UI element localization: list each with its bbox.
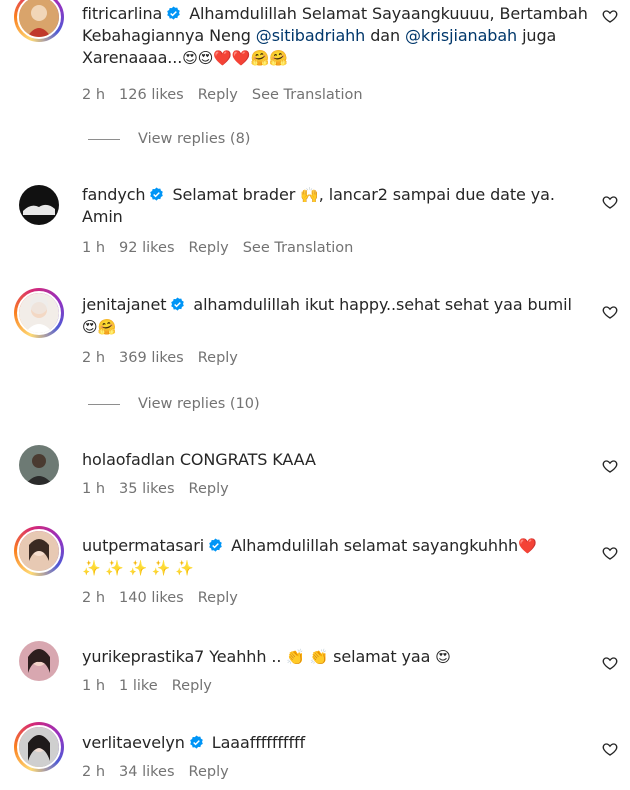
likes-count[interactable]: 35 likes [119, 481, 174, 497]
verified-badge-icon [149, 187, 164, 202]
reply-button[interactable]: Reply [189, 240, 229, 256]
comment-text: Alhamdulillah selamat sayangkuhhh [231, 536, 519, 555]
comment-meta: 2 h 140 likes Reply [82, 590, 252, 606]
comment-text: selamat yaa [328, 647, 436, 666]
timestamp: 2 h [82, 764, 106, 780]
likes-count[interactable]: 126 likes [119, 87, 184, 103]
comment-text: Selamat brader [172, 185, 301, 204]
view-replies-button[interactable]: View replies (8) [88, 131, 250, 147]
view-replies-label: View replies (8) [138, 131, 251, 147]
emoji: ✨ ✨ ✨ ✨ ✨ [82, 559, 194, 577]
avatar[interactable] [14, 440, 64, 490]
emoji: 😍 [435, 648, 451, 666]
likes-count[interactable]: 34 likes [119, 764, 174, 780]
comment-meta: 2 h 34 likes Reply [82, 764, 243, 780]
username[interactable]: yurikeprastika7 [82, 647, 204, 666]
username[interactable]: uutpermatasari [82, 536, 204, 555]
comment-meta: 2 h 369 likes Reply [82, 350, 252, 366]
emoji: 👏 👏 [286, 648, 329, 666]
avatar-image [17, 529, 61, 573]
comment-text: alhamdulillah ikut happy..sehat sehat ya… [193, 295, 572, 314]
avatar-image [17, 291, 61, 335]
comment-meta: 1 h 35 likes Reply [82, 481, 243, 497]
avatar-image [17, 443, 61, 487]
emoji: 🙌 [300, 186, 319, 204]
reply-button[interactable]: Reply [198, 590, 238, 606]
heart-outline-icon[interactable] [602, 304, 618, 320]
avatar[interactable] [14, 180, 64, 230]
heart-outline-icon[interactable] [602, 545, 618, 561]
avatar[interactable] [14, 526, 64, 576]
comment-text: Laaaffffffffff [211, 733, 306, 752]
timestamp: 1 h [82, 240, 106, 256]
comment-text: dan [365, 26, 406, 45]
avatar-image [17, 0, 61, 39]
heart-outline-icon[interactable] [602, 8, 618, 24]
divider [88, 138, 120, 140]
reply-button[interactable]: Reply [189, 481, 229, 497]
likes-count[interactable]: 1 like [119, 678, 158, 694]
likes-count[interactable]: 140 likes [119, 590, 184, 606]
verified-badge-icon [166, 6, 181, 21]
reply-button[interactable]: Reply [198, 87, 238, 103]
comment-meta: 2 h 126 likes Reply See Translation [82, 87, 377, 103]
username[interactable]: fandych [82, 185, 146, 204]
avatar[interactable] [14, 288, 64, 338]
view-replies-button[interactable]: View replies (10) [88, 396, 260, 412]
avatar[interactable] [14, 722, 64, 772]
likes-count[interactable]: 369 likes [119, 350, 184, 366]
timestamp: 1 h [82, 481, 106, 497]
timestamp: 1 h [82, 678, 106, 694]
emoji: ❤️ [518, 537, 537, 555]
avatar-image [17, 639, 61, 683]
avatar-image [17, 183, 61, 227]
timestamp: 2 h [82, 87, 106, 103]
heart-outline-icon[interactable] [602, 194, 618, 210]
emoji: 😍😍❤️❤️🤗🤗 [182, 49, 288, 67]
username[interactable]: jenitajanet [82, 295, 166, 314]
heart-outline-icon[interactable] [602, 655, 618, 671]
username[interactable]: verlitaevelyn [82, 733, 185, 752]
mention-link[interactable]: @krisjianabah [405, 26, 517, 45]
verified-badge-icon [170, 297, 185, 312]
avatar[interactable] [14, 0, 64, 42]
reply-button[interactable]: Reply [189, 764, 229, 780]
username[interactable]: holaofadlan [82, 450, 175, 469]
timestamp: 2 h [82, 590, 106, 606]
avatar-image [17, 725, 61, 769]
divider [88, 403, 120, 405]
comment-meta: 1 h 1 like Reply [82, 678, 226, 694]
comment-meta: 1 h 92 likes Reply See Translation [82, 240, 367, 256]
mention-link[interactable]: @sitibadriahh [256, 26, 366, 45]
reply-button[interactable]: Reply [198, 350, 238, 366]
see-translation-button[interactable]: See Translation [243, 240, 354, 256]
verified-badge-icon [208, 538, 223, 553]
see-translation-button[interactable]: See Translation [252, 87, 363, 103]
reply-button[interactable]: Reply [172, 678, 212, 694]
heart-outline-icon[interactable] [602, 458, 618, 474]
likes-count[interactable]: 92 likes [119, 240, 174, 256]
username[interactable]: fitricarlina [82, 4, 162, 23]
verified-badge-icon [189, 735, 204, 750]
emoji: 😍🤗 [82, 318, 117, 336]
avatar[interactable] [14, 636, 64, 686]
timestamp: 2 h [82, 350, 106, 366]
comment-text: CONGRATS KAAA [179, 450, 316, 469]
heart-outline-icon[interactable] [602, 741, 618, 757]
comment-text: Yeahhh .. [209, 647, 287, 666]
view-replies-label: View replies (10) [138, 396, 260, 412]
